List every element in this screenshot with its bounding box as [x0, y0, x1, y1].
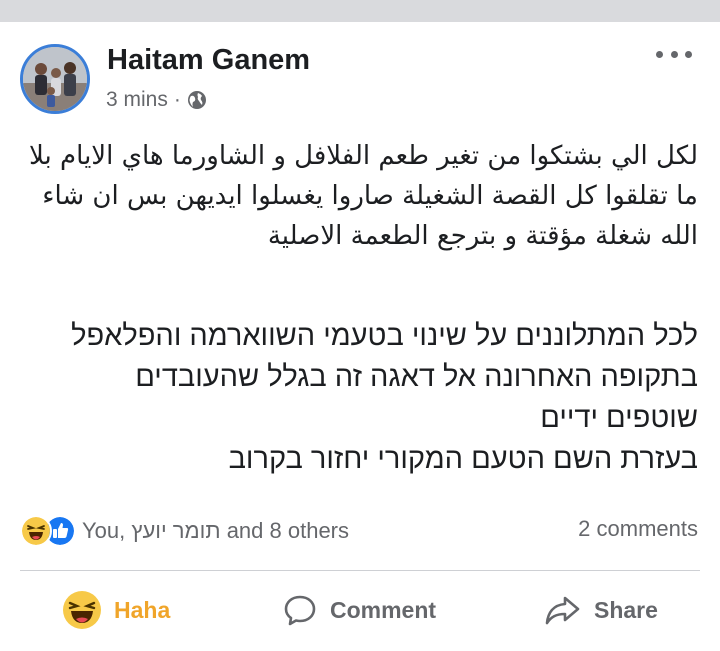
- author-name[interactable]: Haitam Ganem: [107, 44, 310, 77]
- reaction-summary[interactable]: You, תומר יועץ and 8 others: [20, 514, 349, 548]
- post-line: בעזרת השם הטעם המקורי יחזור בקרוב: [228, 443, 698, 475]
- more-dot: [656, 50, 663, 58]
- post-line: בתקופה האחרונה אל דאגה זה בגלל שהעובדים: [135, 361, 698, 393]
- comment-button[interactable]: Comment: [282, 578, 436, 642]
- more-dot: [685, 50, 692, 58]
- comment-label: Comment: [330, 596, 437, 623]
- haha-button[interactable]: Haha: [62, 578, 170, 642]
- post-line: לכל המתלוננים על שינוי בטעמי השווארמה וה…: [71, 320, 698, 352]
- post-meta: 3 mins ·: [106, 88, 207, 112]
- top-bar: [0, 0, 720, 22]
- more-options-icon[interactable]: [656, 44, 692, 64]
- more-dot: [670, 50, 678, 58]
- share-label: Share: [594, 596, 658, 623]
- comments-count[interactable]: 2 comments: [578, 516, 698, 542]
- post-line: لكل الي بشتكوا من تغير طعم الفلافل و الش…: [29, 141, 698, 171]
- post-line: שוטפים ידיים: [540, 402, 698, 434]
- post-text-hebrew: לכל המתלוננים על שינוי בטעמי השווארמה וה…: [8, 316, 698, 480]
- post-time[interactable]: 3 mins: [106, 88, 168, 112]
- divider: [20, 570, 700, 571]
- post-line: ما تقلقوا كل القصة الشغيلة صاروا يغسلوا …: [42, 181, 698, 211]
- share-button[interactable]: Share: [544, 578, 658, 642]
- avatar-photo: [23, 47, 87, 111]
- reaction-summary-text: You, תומר יועץ and 8 others: [82, 518, 350, 543]
- action-bar: Haha Comment Share: [0, 578, 720, 642]
- haha-label: Haha: [114, 596, 171, 623]
- meta-separator: ·: [173, 88, 181, 111]
- post-text-arabic: لكل الي بشتكوا من تغير طعم الفلافل و الش…: [8, 136, 698, 256]
- haha-reaction-icon: [20, 515, 52, 547]
- share-icon: [545, 596, 580, 625]
- avatar[interactable]: [20, 44, 90, 114]
- globe-icon: [187, 91, 206, 109]
- post-line: الله شغلة مؤقتة و بترجع الطعمة الاصلية: [267, 221, 698, 251]
- haha-icon: [63, 591, 101, 629]
- comment-icon: [284, 595, 316, 626]
